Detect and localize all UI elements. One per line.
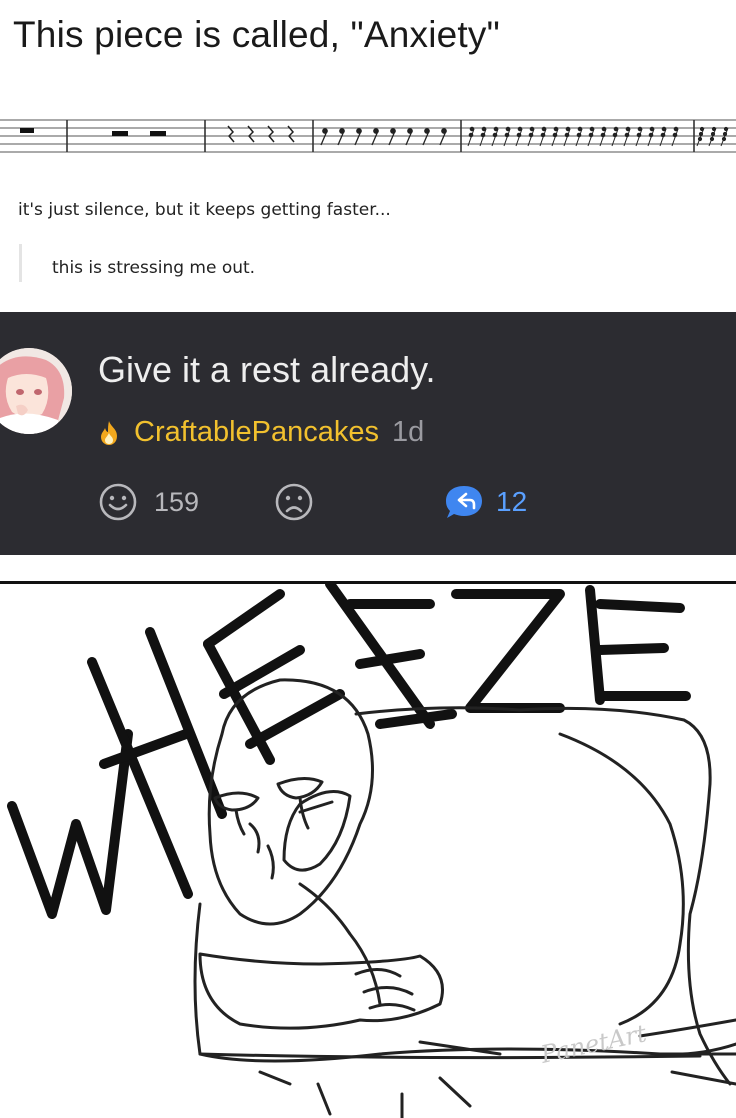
post-panel: This piece is called, "Anxiety" it's jus…	[0, 0, 736, 312]
comment-timestamp: 1d	[392, 416, 425, 448]
smiley-icon	[99, 483, 137, 521]
sad-face-icon	[275, 483, 313, 521]
post-title: This piece is called, "Anxiety"	[13, 14, 500, 55]
reply-count: 12	[496, 486, 528, 517]
comment-meta: CraftablePancakes 1d	[98, 416, 424, 449]
username-link[interactable]: CraftablePancakes	[134, 416, 379, 449]
reply-button[interactable]: 12	[444, 484, 527, 520]
avatar[interactable]	[0, 348, 72, 434]
music-score	[0, 119, 736, 153]
comment-text: Give it a rest already.	[98, 349, 436, 390]
comment-actions: 159 12	[98, 482, 618, 522]
quote-bar	[19, 244, 22, 282]
flame-icon	[101, 420, 117, 445]
reply-icon	[446, 486, 482, 518]
post-caption: it's just silence, but it keeps getting …	[18, 200, 391, 220]
happy-reaction-button[interactable]: 159	[98, 482, 199, 522]
comment-card: Give it a rest already. CraftablePancake…	[0, 312, 736, 555]
happy-count: 159	[154, 486, 200, 517]
post-reply: this is stressing me out.	[52, 258, 256, 278]
sad-reaction-button[interactable]	[274, 482, 314, 522]
